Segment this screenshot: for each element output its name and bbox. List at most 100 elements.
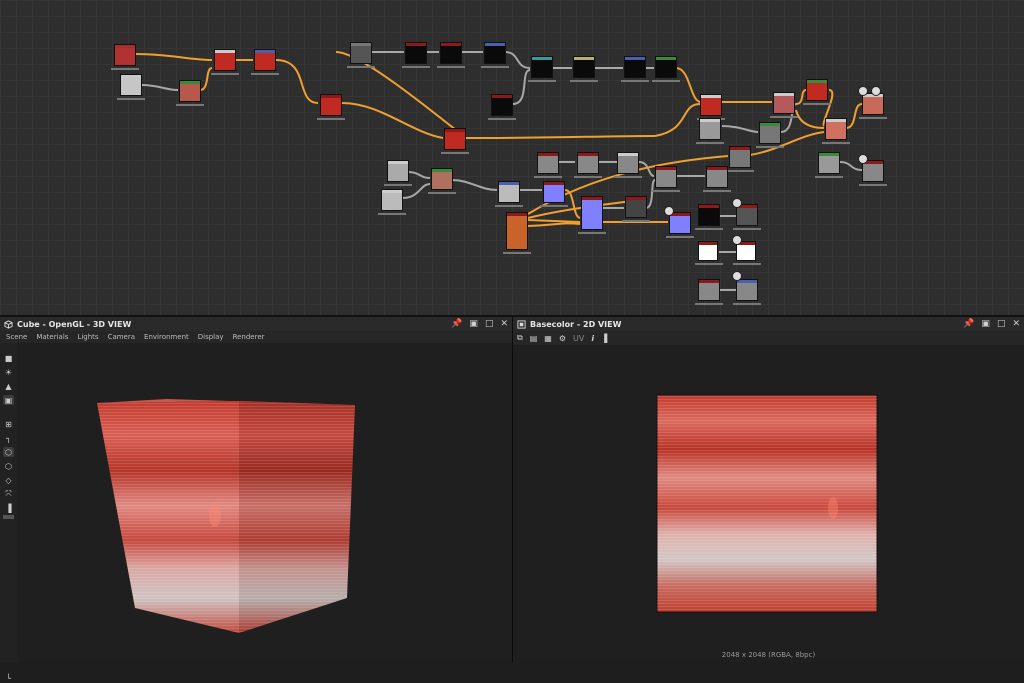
save-icon[interactable]: ▤ [530,334,538,343]
view-2d-panel: Basecolor - 2D VIEW 📌 ▣ □ ✕ ⧉ ▤ ▦ ⚙ UV i… [513,317,1024,662]
graph-node[interactable] [251,49,279,75]
view-2d-title: Basecolor - 2D VIEW [530,319,622,329]
graph-node[interactable] [696,118,724,144]
graph-node[interactable] [756,122,784,148]
node-caption [540,205,568,207]
graph-node[interactable] [695,204,723,230]
graph-node[interactable] [695,279,723,305]
float-icon[interactable]: ▣ [981,319,990,329]
channels-icon[interactable]: ▦ [544,334,552,343]
graph-node[interactable] [652,166,680,192]
graph-node[interactable] [540,181,568,207]
graph-node[interactable] [614,152,642,178]
graph-node[interactable] [534,152,562,178]
maximize-icon[interactable]: □ [997,319,1006,329]
node-caption [666,236,694,238]
graph-node[interactable] [815,152,843,178]
graph-node[interactable] [437,42,465,68]
pin-icon[interactable]: 📌 [963,319,974,329]
stats-icon[interactable]: ▐ [3,503,14,513]
graph-node[interactable] [441,128,469,154]
graph-node[interactable] [111,44,139,70]
node-header [760,123,780,126]
graph-node[interactable] [428,168,456,194]
node-caption [211,73,239,75]
graph-node[interactable] [822,118,850,144]
graph-node[interactable] [402,42,430,68]
node-header [574,57,594,60]
graph-node[interactable] [176,80,204,106]
menu-lights[interactable]: Lights [77,333,98,341]
branch-icon[interactable]: ⤧ [3,489,14,499]
uv-label[interactable]: UV [573,334,584,343]
menu-materials[interactable]: Materials [36,333,68,341]
graph-node[interactable] [574,152,602,178]
graph-node[interactable] [211,49,239,75]
graph-node[interactable] [503,212,531,254]
copy-icon[interactable]: ⧉ [517,333,523,343]
graph-node[interactable] [697,94,725,120]
graph-node[interactable] [378,189,406,215]
graph-node[interactable] [621,56,649,82]
environment-icon[interactable]: ▲ [3,381,14,391]
graph-node[interactable] [622,196,650,222]
graph-node[interactable] [803,79,831,105]
graph-node[interactable] [703,166,731,192]
close-icon[interactable]: ✕ [500,319,508,329]
graph-node[interactable] [578,196,606,234]
graph-node[interactable] [317,94,345,120]
toolbar-separator [3,515,14,519]
menu-scene[interactable]: Scene [6,333,27,341]
graph-node[interactable] [733,279,761,305]
info-icon[interactable]: i [591,334,594,343]
graph-node[interactable] [488,94,516,120]
graph-node[interactable] [528,56,556,82]
node-header [441,43,461,46]
graph-node[interactable] [666,212,694,238]
float-icon[interactable]: ▣ [469,319,478,329]
node-caption [347,66,375,68]
output-node-icon [858,86,868,96]
coordinate-icon[interactable]: └ [3,673,14,683]
wire [845,103,863,129]
graph-node[interactable] [495,181,523,207]
settings-icon[interactable]: ⚙ [559,334,566,343]
node-header [626,197,646,200]
cube-shape-icon[interactable]: ⬡ [3,447,14,457]
axis-icon[interactable]: ┐ [3,433,14,443]
wire [527,222,581,227]
light-icon[interactable]: ☀ [3,367,14,377]
screenshot-icon[interactable]: ▣ [3,395,14,405]
cube-wire-icon[interactable]: ⬡ [3,461,14,471]
view-3d-viewport[interactable] [17,343,512,662]
graph-node[interactable] [695,241,723,265]
graph-node[interactable] [726,146,754,172]
graph-node[interactable] [117,74,145,100]
maximize-icon[interactable]: □ [485,319,494,329]
plane-icon[interactable]: ◇ [3,475,14,485]
graph-node[interactable] [481,42,509,68]
histogram-icon[interactable]: ▐ [601,334,607,343]
menu-renderer[interactable]: Renderer [233,333,265,341]
graph-node[interactable] [770,92,798,118]
view-2d-viewport[interactable]: 2048 x 2048 (RGBA, 8bpc) [513,345,1024,662]
graph-node[interactable] [570,56,598,82]
wire [654,103,701,137]
menu-camera[interactable]: Camera [108,333,135,341]
graph-node[interactable] [347,42,375,68]
graph-node[interactable] [859,93,887,119]
pin-icon[interactable]: 📌 [451,319,462,329]
node-header [115,45,135,48]
camera-icon[interactable]: ■ [3,353,14,363]
menu-display[interactable]: Display [198,333,224,341]
node-graph-canvas[interactable] [0,0,1024,315]
node-header [618,153,638,156]
grid-icon[interactable]: ⊞ [3,419,14,429]
node-caption [822,142,850,144]
node-header [255,50,275,53]
graph-node[interactable] [384,160,412,186]
menu-environment[interactable]: Environment [144,333,189,341]
node-header [351,43,371,46]
graph-node[interactable] [652,56,680,82]
close-icon[interactable]: ✕ [1012,319,1020,329]
